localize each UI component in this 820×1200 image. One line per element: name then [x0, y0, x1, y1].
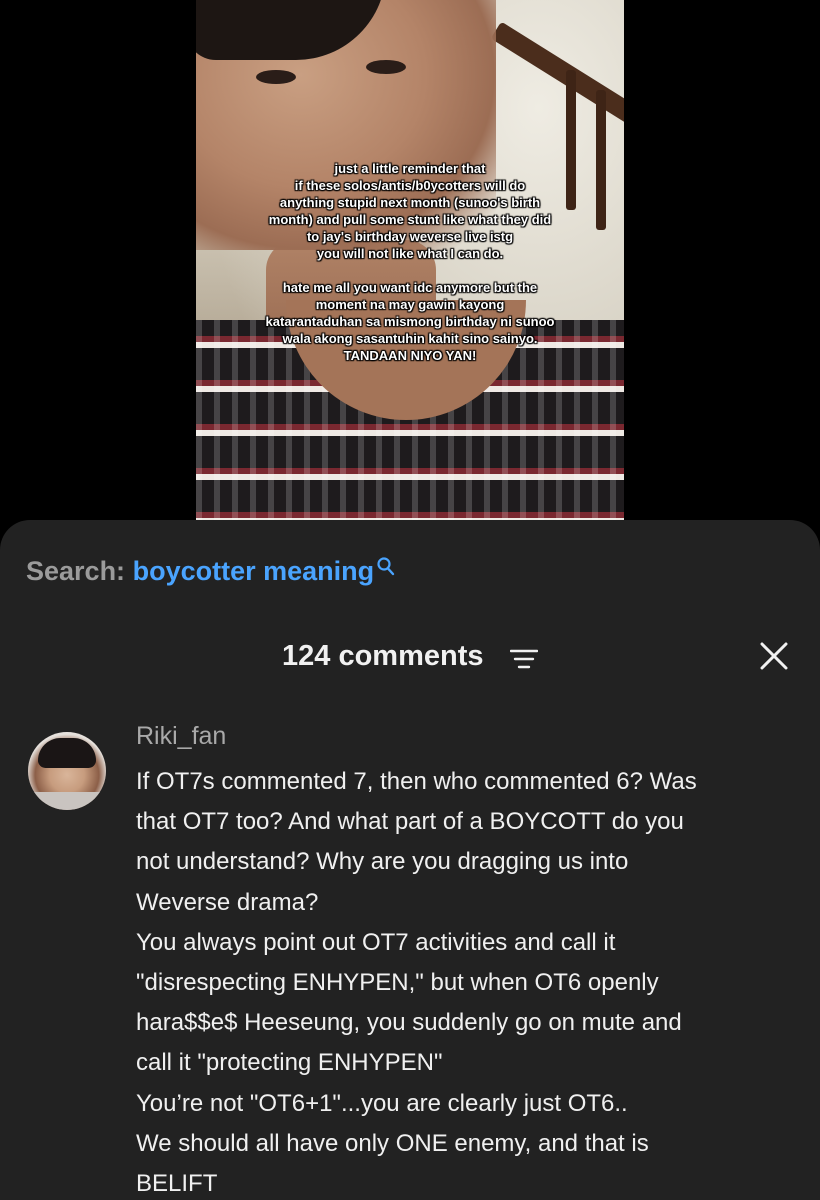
- caption-line: katarantaduhan sa mismong birthday ni su…: [265, 314, 555, 329]
- caption-paragraph-1: just a little reminder that if these solo…: [208, 160, 612, 262]
- search-suggestion[interactable]: Search: boycotter meaning: [26, 556, 396, 587]
- comment-username[interactable]: Riki_fan: [136, 722, 226, 751]
- comment-count: 124 comments: [282, 640, 484, 672]
- caption-paragraph-2: hate me all you want idc anymore but the…: [208, 279, 612, 364]
- caption-line: anything stupid next month (sunoo's birt…: [279, 195, 541, 210]
- comment-text-line: If OT7s commented 7, then who commented …: [136, 768, 697, 795]
- comments-header: 124 comments: [0, 636, 820, 680]
- comment-text-line: call it "protecting ENHYPEN": [136, 1049, 443, 1077]
- comment-text-line: hara$$e$ Heeseung, you suddenly go on mu…: [136, 1009, 682, 1037]
- caption-line: to jay's birthday weverse live istg: [306, 229, 514, 244]
- caption-line: if these solos/antis/b0ycotters will do: [294, 178, 526, 193]
- comment-text-line: not understand? Why are you dragging us …: [136, 848, 629, 876]
- video-area: just a little reminder that if these solo…: [0, 0, 820, 540]
- caption-line: just a little reminder that: [334, 161, 486, 176]
- avatar-shirt: [28, 792, 106, 810]
- comment-text: If OT7s commented 7, then who commented …: [136, 762, 806, 1200]
- avatar-hair: [38, 738, 96, 768]
- comment-text-line: You’re not "OT6+1"...you are clearly jus…: [136, 1089, 628, 1117]
- comment-text-line: You always point out OT7 activities and …: [136, 928, 616, 956]
- caption-line: TANDAAN NIYO YAN!: [343, 348, 477, 363]
- video-player[interactable]: just a little reminder that if these solo…: [196, 0, 624, 540]
- search-query-link[interactable]: boycotter meaning: [133, 556, 375, 586]
- comment-text-line: Weverse drama?: [136, 888, 319, 916]
- comments-sheet: Search: boycotter meaning 124 comments R…: [0, 520, 820, 1200]
- comment-text-line: "disrespecting ENHYPEN," but when OT6 op…: [136, 969, 659, 997]
- caption-line: you will not like what I can do.: [316, 246, 504, 261]
- avatar[interactable]: [28, 732, 106, 810]
- close-icon: [760, 642, 788, 670]
- person-eye: [256, 70, 296, 84]
- video-caption-overlay: just a little reminder that if these solo…: [208, 160, 612, 381]
- person-eye: [366, 60, 406, 74]
- caption-line: hate me all you want idc anymore but the: [282, 280, 538, 295]
- comment-text-line: that OT7 too? And what part of a BOYCOTT…: [136, 808, 684, 836]
- search-prefix: Search:: [26, 556, 126, 586]
- caption-line: moment na may gawin kayong: [315, 297, 505, 312]
- sort-icon[interactable]: [509, 648, 539, 670]
- comment-text-line: BELIFT: [136, 1170, 218, 1198]
- search-icon[interactable]: [376, 556, 396, 578]
- person-hair: [196, 0, 386, 60]
- caption-line: wala akong sasantuhin kahit sino sainyo.: [282, 331, 538, 346]
- comment-text-line: We should all have only ONE enemy, and t…: [136, 1129, 649, 1157]
- close-button[interactable]: [756, 638, 792, 674]
- caption-line: month) and pull some stunt like what the…: [268, 212, 552, 227]
